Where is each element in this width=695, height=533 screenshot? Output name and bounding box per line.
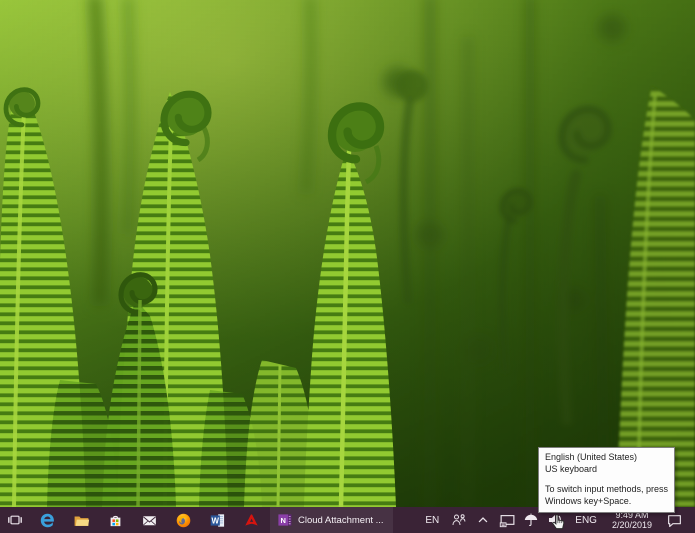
tooltip-language: English (United States)	[545, 452, 668, 464]
umbrella-icon	[523, 512, 539, 528]
taskbar-app-acrobat[interactable]	[234, 507, 268, 533]
clock-date: 2/20/2019	[612, 520, 652, 530]
envelope-icon	[141, 512, 158, 529]
taskbar-app-mail[interactable]	[132, 507, 166, 533]
task-view-button[interactable]	[0, 507, 30, 533]
taskbar-window-onenote[interactable]: N Cloud Attachment ...	[270, 507, 393, 533]
store-bag-icon	[107, 512, 124, 529]
edge-icon	[39, 512, 56, 529]
people-icon	[451, 512, 467, 528]
network-tray-icon[interactable]	[495, 507, 519, 533]
firefox-icon	[175, 512, 192, 529]
tooltip-hint-line1: To switch input methods, press	[545, 484, 668, 496]
svg-text:N: N	[280, 516, 285, 525]
tooltip-hint-line2: Windows key+Space.	[545, 496, 668, 508]
fern-wallpaper-image	[0, 0, 695, 507]
input-method-tooltip: English (United States) US keyboard To s…	[538, 447, 675, 513]
svg-text:W: W	[211, 516, 219, 525]
desktop-screen: English (United States) US keyboard To s…	[0, 0, 695, 533]
taskbar-app-file-explorer[interactable]	[64, 507, 98, 533]
language-abbr[interactable]: EN	[417, 507, 447, 533]
word-icon: W	[209, 512, 226, 529]
desktop-wallpaper[interactable]	[0, 0, 695, 507]
folder-icon	[73, 512, 90, 529]
hand-cursor-icon	[551, 514, 565, 530]
onenote-icon: N	[277, 512, 293, 528]
ethernet-icon	[499, 512, 516, 529]
open-window-label: Cloud Attachment ...	[298, 515, 384, 526]
taskbar-app-store[interactable]	[98, 507, 132, 533]
task-view-icon	[7, 512, 23, 528]
mouse-cursor	[551, 514, 565, 533]
taskbar-left-section: W N Cloud Attachment ...	[0, 507, 393, 533]
taskbar-app-edge[interactable]	[30, 507, 64, 533]
taskbar-app-word[interactable]: W	[200, 507, 234, 533]
action-center-icon	[666, 512, 683, 529]
tooltip-keyboard: US keyboard	[545, 464, 668, 476]
taskbar-app-firefox[interactable]	[166, 507, 200, 533]
people-button[interactable]	[447, 507, 471, 533]
chevron-up-icon	[476, 513, 490, 527]
acrobat-icon	[243, 512, 260, 529]
show-hidden-icons-button[interactable]	[471, 507, 495, 533]
